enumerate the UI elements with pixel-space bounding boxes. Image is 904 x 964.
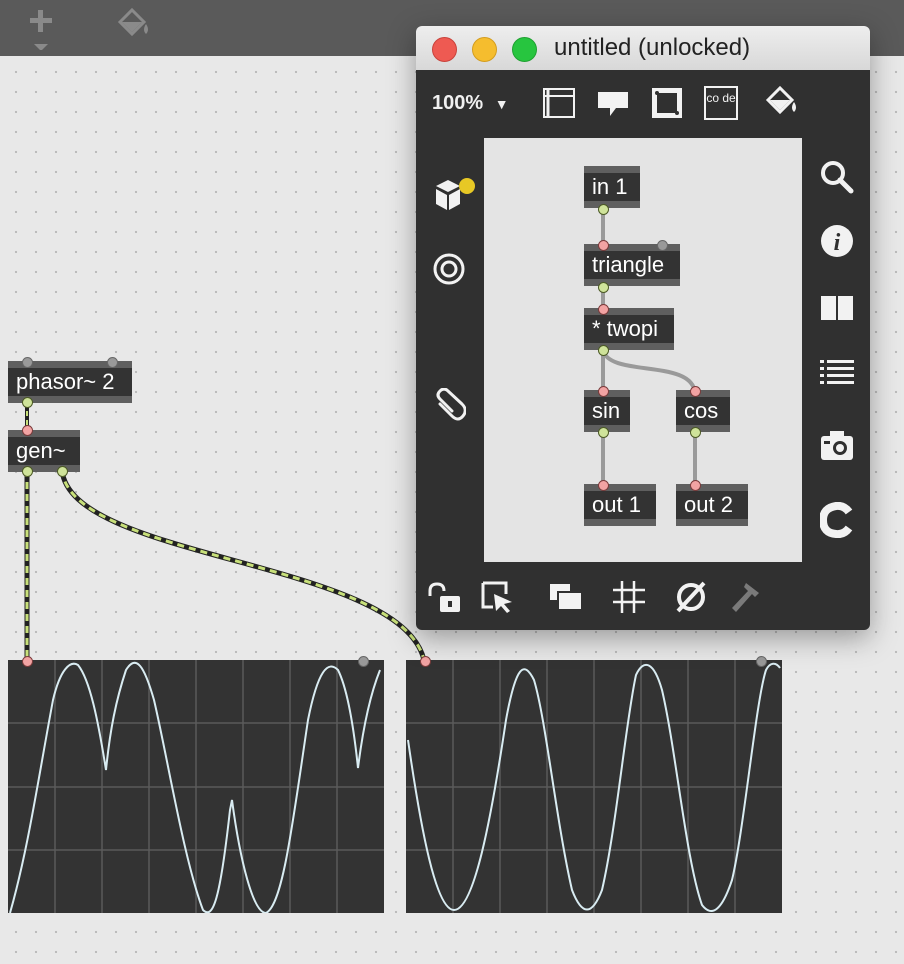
c-icon[interactable] (818, 501, 854, 543)
out1-inlet[interactable] (598, 480, 609, 491)
phasor-inlet-2[interactable] (107, 357, 118, 368)
code-icon[interactable]: co de (704, 86, 738, 120)
in1-outlet[interactable] (598, 204, 609, 215)
book-icon[interactable] (820, 294, 854, 327)
phasor-object-label: phasor~ 2 (16, 369, 115, 394)
triangle-outlet[interactable] (598, 282, 609, 293)
gen-outlet-2[interactable] (57, 466, 68, 477)
cos-object-label: cos (684, 398, 719, 423)
triangle-object-label: triangle (592, 252, 665, 277)
list-icon[interactable] (820, 358, 854, 395)
out2-object-label: out 2 (684, 492, 733, 517)
scope-1-inlet-2[interactable] (358, 656, 369, 667)
fullscreen-icon[interactable] (650, 86, 684, 125)
scope-1[interactable] (8, 660, 384, 913)
phasor-inlet[interactable] (22, 357, 33, 368)
camera-icon[interactable] (820, 428, 854, 467)
triangle-object[interactable]: triangle (584, 244, 680, 286)
triangle-inlet[interactable] (598, 240, 609, 251)
cos-outlet[interactable] (690, 427, 701, 438)
twopi-object-label: * twopi (592, 316, 659, 341)
out2-inlet[interactable] (690, 480, 701, 491)
scope-2-inlet-2[interactable] (756, 656, 767, 667)
scope-1-inlet[interactable] (22, 656, 33, 667)
triangle-inlet-2[interactable] (657, 240, 668, 251)
presentation-icon[interactable] (542, 86, 576, 125)
in1-object[interactable]: in 1 (584, 166, 640, 208)
sin-object-label: sin (592, 398, 621, 423)
out2-object[interactable]: out 2 (676, 484, 748, 526)
in1-object-label: in 1 (592, 174, 628, 199)
cos-object[interactable]: cos (676, 390, 730, 432)
scope-2-inlet[interactable] (420, 656, 431, 667)
sin-object[interactable]: sin (584, 390, 630, 432)
cos-inlet[interactable] (690, 386, 701, 397)
out1-object-label: out 1 (592, 492, 641, 517)
phasor-outlet[interactable] (22, 397, 33, 408)
attach-icon[interactable] (432, 387, 467, 429)
sin-inlet[interactable] (598, 386, 609, 397)
select-icon[interactable] (480, 580, 514, 619)
scope-2-display (406, 660, 782, 913)
null-icon[interactable] (674, 580, 708, 619)
minimize-button[interactable] (472, 37, 497, 62)
target-icon[interactable] (432, 252, 466, 291)
scope-1-display (8, 660, 384, 913)
search-icon[interactable] (820, 160, 854, 199)
twopi-inlet[interactable] (598, 304, 609, 315)
out1-object[interactable]: out 1 (584, 484, 656, 526)
paint-bucket-icon[interactable] (764, 85, 800, 123)
chevron-down-icon: ▼ (494, 96, 509, 112)
window-title: untitled (unlocked) (554, 34, 751, 61)
maximize-button[interactable] (512, 37, 537, 62)
gen-inlet[interactable] (22, 425, 33, 436)
grid-icon[interactable] (612, 580, 646, 619)
svg-text:i: i (834, 230, 841, 256)
hammer-icon[interactable] (728, 580, 762, 619)
scope-2[interactable] (406, 660, 782, 913)
lock-icon[interactable] (426, 582, 462, 619)
layers-icon[interactable] (548, 582, 584, 617)
gen-object[interactable]: gen~ (8, 430, 80, 472)
gen-patch-canvas[interactable]: in 1 triangle * twopi sin cos out 1 out … (484, 138, 802, 562)
twopi-outlet[interactable] (598, 345, 609, 356)
object-browser-icon[interactable] (432, 176, 478, 219)
zoom-value: 100% (432, 92, 484, 114)
twopi-object[interactable]: * twopi (584, 308, 674, 350)
code-icon-label: co de (706, 91, 736, 105)
gen-editor-window[interactable]: untitled (unlocked) 100% ▼ co de i in 1 … (416, 26, 870, 630)
gen-outlet-1[interactable] (22, 466, 33, 477)
window-titlebar[interactable]: untitled (unlocked) (416, 26, 870, 70)
info-icon[interactable]: i (820, 224, 854, 263)
gen-object-label: gen~ (16, 438, 66, 463)
sin-outlet[interactable] (598, 427, 609, 438)
zoom-menu[interactable]: 100% ▼ (432, 92, 509, 115)
close-button[interactable] (432, 37, 457, 62)
comment-icon[interactable] (596, 90, 630, 123)
